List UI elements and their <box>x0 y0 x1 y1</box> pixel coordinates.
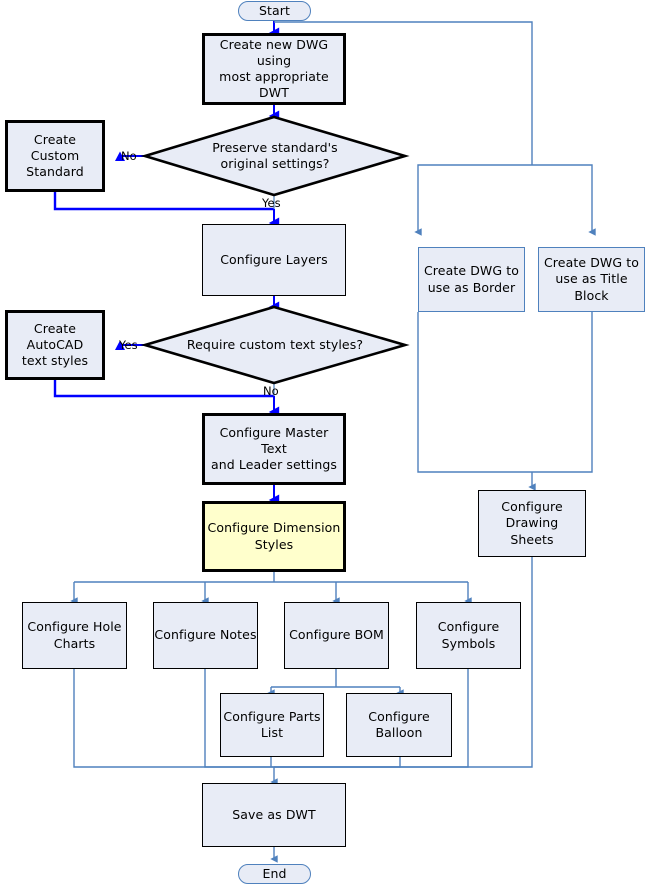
terminal-start-label: Start <box>258 2 291 18</box>
node-create-autocad-text-styles[interactable]: Create AutoCAD text styles <box>5 310 105 380</box>
node-configure-layers-label: Configure Layers <box>220 251 328 267</box>
node-create-dwg-title-block[interactable]: Create DWG to use as Title Block <box>538 247 645 312</box>
node-configure-bom[interactable]: Configure BOM <box>284 602 389 669</box>
connector-balloon-to-save <box>274 757 401 768</box>
node-configure-hole-charts-label: Configure Hole Charts <box>27 619 122 651</box>
node-configure-dimension-styles-label: Configure Dimension Styles <box>207 520 341 552</box>
node-configure-layers[interactable]: Configure Layers <box>202 224 346 296</box>
node-configure-hole-charts[interactable]: Configure Hole Charts <box>22 602 127 669</box>
connector-dimension-fanout <box>70 572 472 605</box>
terminal-end[interactable]: End <box>238 864 311 884</box>
node-create-custom-standard[interactable]: Create Custom Standard <box>5 120 105 192</box>
edge-label-preserve-yes: Yes <box>262 196 281 210</box>
node-configure-parts-list[interactable]: Configure Parts List <box>220 693 324 757</box>
node-configure-symbols[interactable]: Configure Symbols <box>416 602 521 669</box>
terminal-end-label: End <box>262 865 287 881</box>
node-configure-drawing-sheets[interactable]: Configure Drawing Sheets <box>478 490 586 557</box>
node-create-dwg-border-label: Create DWG to use as Border <box>423 263 519 295</box>
node-create-custom-standard-label: Create Custom Standard <box>26 131 84 180</box>
node-configure-bom-label: Configure BOM <box>289 627 384 643</box>
node-configure-balloon[interactable]: Configure Balloon <box>346 693 452 757</box>
connector-autocad-text-styles-rejoin <box>53 380 274 398</box>
node-create-new-dwg-label: Create new DWG using most appropriate DW… <box>219 36 329 101</box>
decision-shape-preserve-standard <box>140 115 410 197</box>
node-create-new-dwg[interactable]: Create new DWG using most appropriate DW… <box>202 33 346 105</box>
node-create-autocad-text-styles-label: Create AutoCAD text styles <box>21 320 89 369</box>
edge-label-preserve-no: No <box>121 149 137 163</box>
node-configure-symbols-label: Configure Symbols <box>437 619 500 651</box>
terminal-start[interactable]: Start <box>238 1 311 21</box>
node-configure-balloon-label: Configure Balloon <box>368 708 430 740</box>
node-create-dwg-border[interactable]: Create DWG to use as Border <box>418 247 525 312</box>
node-save-as-dwt-label: Save as DWT <box>232 806 316 822</box>
connector-custom-standard-rejoin <box>53 192 274 211</box>
edge-label-textstyles-no: No <box>263 384 279 398</box>
node-save-as-dwt[interactable]: Save as DWT <box>202 783 346 847</box>
node-configure-dimension-styles[interactable]: Configure Dimension Styles <box>202 501 346 572</box>
node-create-dwg-title-block-label: Create DWG to use as Title Block <box>543 255 639 303</box>
node-configure-master-text[interactable]: Configure Master Text and Leader setting… <box>202 413 346 485</box>
node-configure-notes-label: Configure Notes <box>154 627 257 643</box>
node-configure-parts-list-label: Configure Parts List <box>223 708 321 740</box>
decision-shape-require-text-styles <box>140 305 410 385</box>
node-configure-master-text-label: Configure Master Text and Leader setting… <box>210 424 338 473</box>
connector-bom-fanout <box>267 669 404 697</box>
node-configure-notes[interactable]: Configure Notes <box>153 602 258 669</box>
flowchart-canvas: Start End Create new DWG using most appr… <box>0 0 646 886</box>
connector-title-block-to-sheets <box>532 312 593 473</box>
node-configure-drawing-sheets-label: Configure Drawing Sheets <box>501 499 563 547</box>
connector-border-to-sheets <box>417 312 532 473</box>
edge-label-textstyles-yes: Yes <box>119 338 138 352</box>
